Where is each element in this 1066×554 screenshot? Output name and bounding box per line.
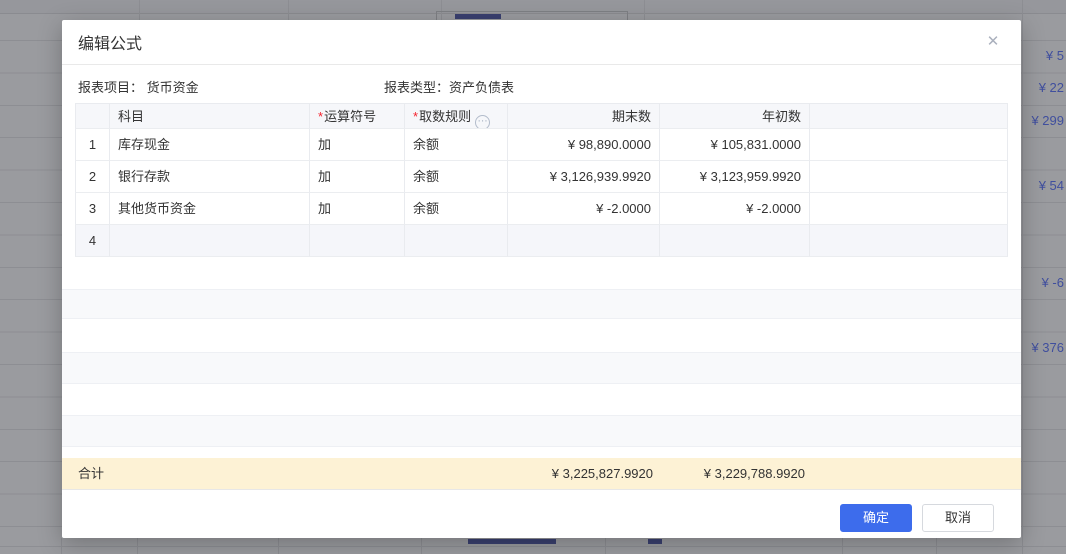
column-header-operator: *运算符号	[310, 103, 405, 129]
report-item-value: 货币资金	[147, 80, 199, 95]
row-number-cell: 1	[75, 129, 110, 161]
modal-title: 编辑公式	[78, 30, 142, 54]
background-amount	[1022, 202, 1066, 234]
empty-stripe-row	[62, 289, 1021, 319]
period-end-cell: ¥ 3,126,939.9920	[508, 161, 660, 193]
background-amount: ¥ 5	[1022, 40, 1066, 72]
year-begin-cell: ¥ 105,831.0000	[660, 129, 810, 161]
background-amount: ¥ -6	[1022, 267, 1066, 299]
subject-cell[interactable]: 其他货币资金	[110, 193, 310, 225]
report-type-value: 资产负债表	[449, 80, 514, 95]
total-year-begin: ¥ 3,229,788.9920	[704, 458, 805, 490]
column-header-blank	[810, 103, 1008, 129]
period-end-cell: ¥ 98,890.0000	[508, 129, 660, 161]
column-header-subject: 科目	[110, 103, 310, 129]
subject-cell[interactable]	[110, 225, 310, 257]
background-amount	[1022, 137, 1066, 169]
ellipsis-circle-icon[interactable]: ⋯	[475, 115, 490, 129]
total-period-end: ¥ 3,225,827.9920	[552, 458, 653, 490]
background-amount: ¥ 376	[1022, 332, 1066, 364]
background-amount-column: ¥ 5 ¥ 22 ¥ 299 ¥ 54 ¥ -6 ¥ 376	[1022, 40, 1066, 364]
operator-cell[interactable]: 加	[310, 193, 405, 225]
blank-cell	[810, 193, 1008, 225]
table-row-empty: 4	[75, 225, 1008, 257]
blank-cell	[810, 161, 1008, 193]
blank-cell	[810, 129, 1008, 161]
table-row: 3 其他货币资金 加 余额 ¥ -2.0000 ¥ -2.0000	[75, 193, 1008, 225]
total-row: 合计 ¥ 3,225,827.9920 ¥ 3,229,788.9920	[62, 458, 1021, 490]
empty-stripe-row	[62, 352, 1021, 384]
subject-cell[interactable]: 银行存款	[110, 161, 310, 193]
subject-cell[interactable]: 库存现金	[110, 129, 310, 161]
report-type: 报表类型：资产负债表	[384, 77, 514, 96]
required-mark: *	[318, 109, 323, 124]
operator-cell[interactable]: 加	[310, 161, 405, 193]
column-header-index	[75, 103, 110, 129]
row-number-cell: 2	[75, 161, 110, 193]
confirm-button[interactable]: 确定	[840, 504, 912, 532]
operator-cell[interactable]	[310, 225, 405, 257]
table-row: 1 库存现金 加 余额 ¥ 98,890.0000 ¥ 105,831.0000	[75, 129, 1008, 161]
background-amount: ¥ 54	[1022, 170, 1066, 202]
cancel-button[interactable]: 取消	[922, 504, 994, 532]
background-amount	[1022, 299, 1066, 331]
row-number-cell: 4	[75, 225, 110, 257]
rule-cell[interactable]: 余额	[405, 129, 508, 161]
screen: ¥ 5 ¥ 22 ¥ 299 ¥ 54 ¥ -6 ¥ 376 编辑公式 ✕	[0, 0, 1066, 554]
column-header-rule: *取数规则⋯	[405, 103, 508, 129]
operator-cell[interactable]: 加	[310, 129, 405, 161]
formula-table-header: 科目 *运算符号 *取数规则⋯ 期末数 年初数	[75, 103, 1008, 129]
table-row: 2 银行存款 加 余额 ¥ 3,126,939.9920 ¥ 3,123,959…	[75, 161, 1008, 193]
year-begin-cell: ¥ 3,123,959.9920	[660, 161, 810, 193]
row-number-cell: 3	[75, 193, 110, 225]
required-mark: *	[413, 109, 418, 124]
report-item: 报表项目： 货币资金	[78, 77, 199, 96]
background-clipped-text	[468, 539, 556, 544]
edit-formula-modal: 编辑公式 ✕ 报表项目： 货币资金 报表类型：资产负债表 科目 *运算符号 *取…	[62, 20, 1021, 538]
report-info-row: 报表项目： 货币资金 报表类型：资产负债表	[62, 65, 1021, 101]
blank-cell	[810, 225, 1008, 257]
rule-cell[interactable]: 余额	[405, 193, 508, 225]
total-label: 合计	[78, 458, 104, 490]
close-icon[interactable]: ✕	[983, 32, 1003, 52]
period-end-cell: ¥ -2.0000	[508, 193, 660, 225]
background-amount: ¥ 299	[1022, 105, 1066, 137]
column-header-year-begin: 年初数	[660, 103, 810, 129]
background-clipped-text	[455, 14, 501, 19]
modal-header: 编辑公式 ✕	[62, 20, 1021, 65]
year-begin-cell	[660, 225, 810, 257]
background-grid-line	[0, 546, 1066, 547]
background-amount: ¥ 22	[1022, 72, 1066, 104]
background-amount	[1022, 234, 1066, 266]
rule-cell[interactable]	[405, 225, 508, 257]
column-header-period-end: 期末数	[508, 103, 660, 129]
background-clipped-text	[648, 539, 662, 544]
year-begin-cell: ¥ -2.0000	[660, 193, 810, 225]
report-type-label: 报表类型：	[384, 80, 449, 95]
formula-table: 科目 *运算符号 *取数规则⋯ 期末数 年初数 1 库存现金 加 余额 ¥ 98…	[75, 103, 1008, 257]
empty-stripe-row	[62, 415, 1021, 447]
report-item-label: 报表项目：	[78, 80, 143, 95]
period-end-cell	[508, 225, 660, 257]
rule-cell[interactable]: 余额	[405, 161, 508, 193]
